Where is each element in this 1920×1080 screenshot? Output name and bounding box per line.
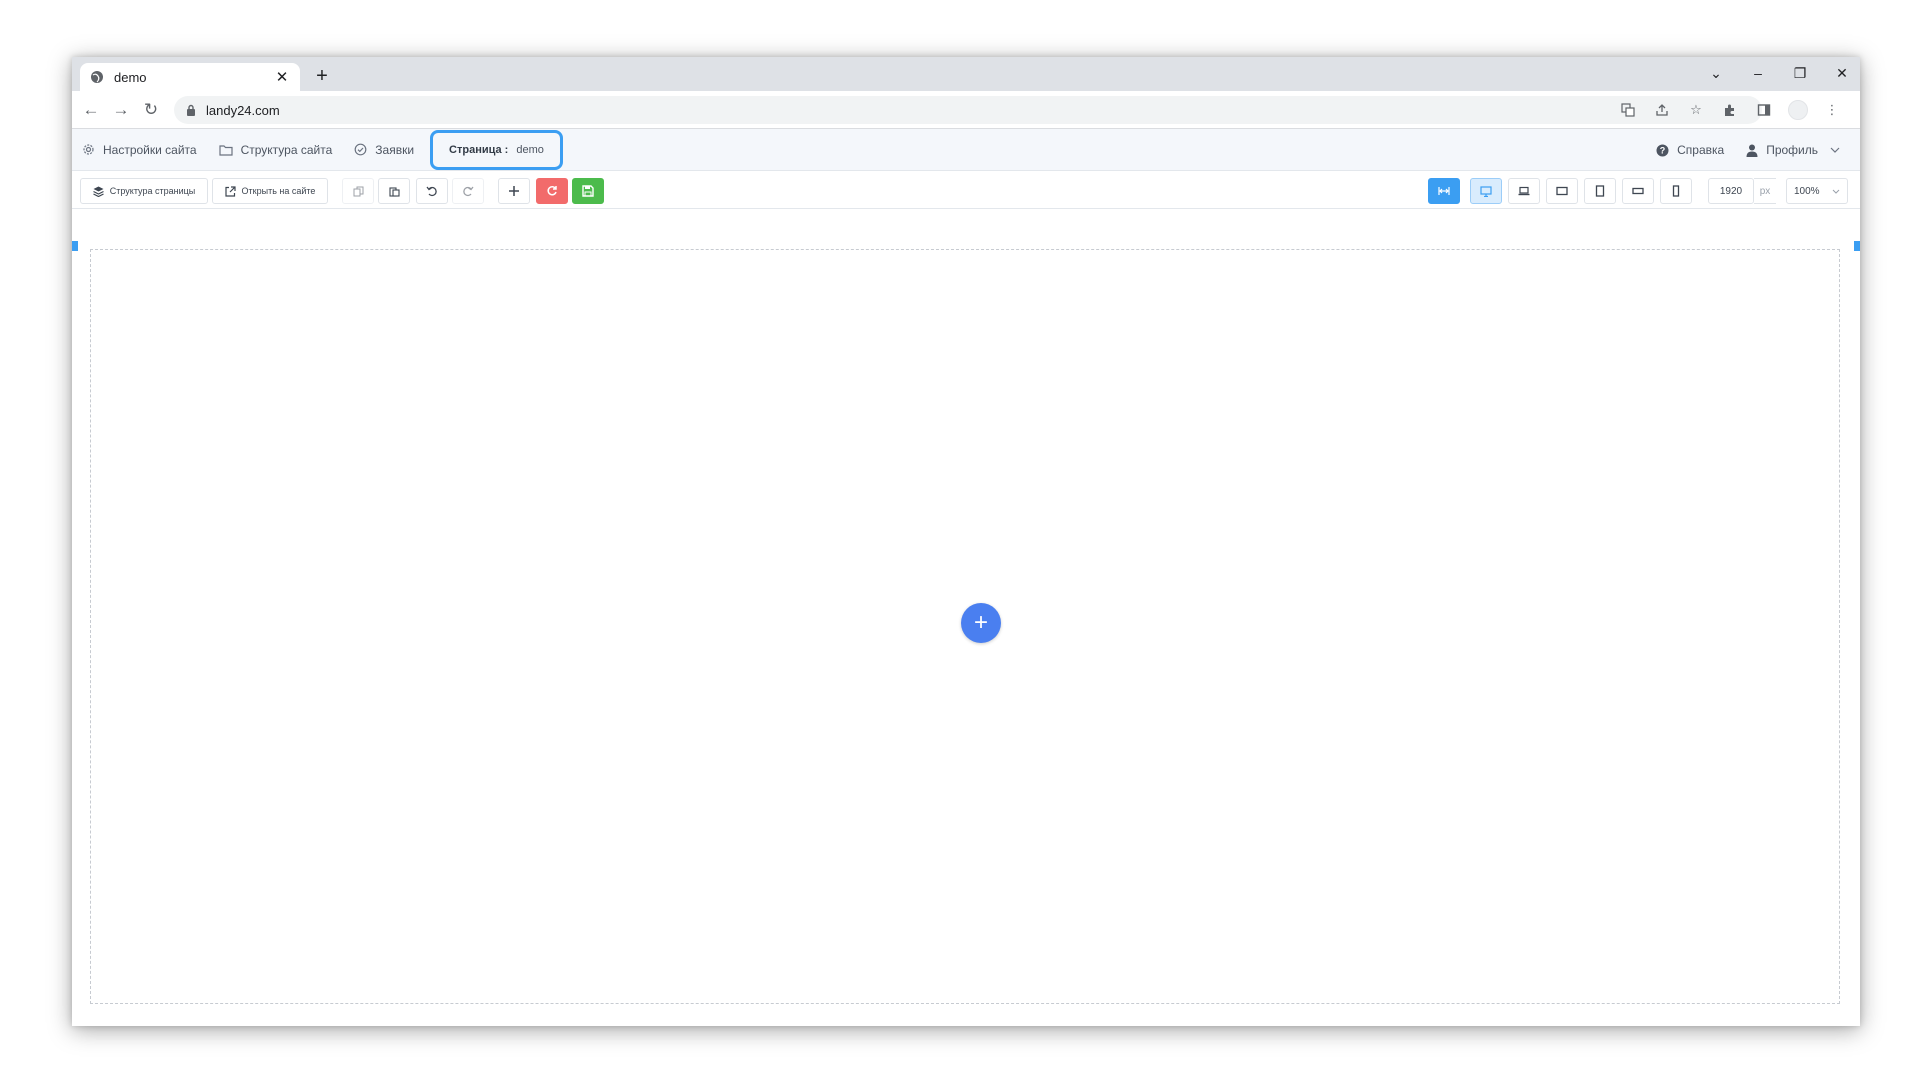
add-block-toolbar-button[interactable] bbox=[498, 178, 530, 204]
left-edge-marker bbox=[72, 241, 78, 251]
tablet-portrait-icon bbox=[1595, 185, 1605, 197]
tablet-portrait-view-button[interactable] bbox=[1584, 178, 1616, 204]
translate-icon[interactable] bbox=[1616, 98, 1640, 122]
profile-menu[interactable]: Профиль bbox=[1746, 143, 1840, 157]
chevron-down-icon bbox=[1830, 147, 1840, 153]
page-canvas[interactable]: + bbox=[90, 249, 1840, 1004]
menu-site-structure-label: Структура сайта bbox=[240, 142, 333, 157]
paste-button[interactable] bbox=[378, 178, 410, 204]
globe-icon bbox=[91, 71, 103, 83]
full-width-button[interactable] bbox=[1428, 178, 1460, 204]
share-icon[interactable] bbox=[1650, 98, 1674, 122]
page-label: Страница : bbox=[449, 143, 509, 156]
app-menu-bar: Настройки сайта Структура сайта Заявки С… bbox=[72, 129, 1860, 171]
profile-avatar[interactable] bbox=[1786, 98, 1810, 122]
menu-requests[interactable]: Заявки bbox=[354, 143, 414, 157]
external-link-icon bbox=[224, 185, 236, 197]
zoom-value: 100% bbox=[1794, 185, 1820, 197]
laptop-icon bbox=[1518, 186, 1530, 196]
page-structure-label: Структура страницы bbox=[109, 186, 196, 196]
refresh-icon bbox=[547, 186, 557, 196]
fit-width-icon bbox=[1438, 187, 1450, 195]
check-circle-icon bbox=[354, 143, 367, 156]
phone-portrait-icon bbox=[1672, 185, 1680, 197]
zoom-select[interactable]: 100% bbox=[1786, 178, 1848, 204]
help-link[interactable]: ? Справка bbox=[1656, 143, 1724, 157]
gear-icon bbox=[83, 144, 94, 155]
right-edge-marker bbox=[1854, 241, 1860, 251]
restore-button[interactable]: ❐ bbox=[1782, 61, 1818, 85]
reset-button[interactable] bbox=[536, 178, 568, 204]
phone-landscape-view-button[interactable] bbox=[1622, 178, 1654, 204]
undo-button[interactable] bbox=[416, 178, 448, 204]
user-icon bbox=[1746, 144, 1758, 157]
current-page-badge[interactable]: Страница : demo bbox=[430, 129, 563, 170]
browser-menu-icon[interactable]: ⋮ bbox=[1820, 98, 1844, 122]
folder-icon bbox=[218, 144, 233, 156]
tablet-landscape-icon bbox=[1556, 186, 1568, 196]
help-label: Справка bbox=[1677, 143, 1725, 157]
redo-button[interactable] bbox=[452, 178, 484, 204]
tab-strip: demo ✕ + ⌄ – ❐ ✕ bbox=[72, 57, 1860, 91]
save-button[interactable] bbox=[572, 178, 604, 204]
lock-icon bbox=[187, 104, 195, 116]
question-circle-icon: ? bbox=[1656, 144, 1669, 156]
undo-icon bbox=[426, 186, 437, 197]
reload-button[interactable]: ↻ bbox=[138, 97, 164, 123]
url-input[interactable] bbox=[206, 102, 1750, 118]
canvas-width-input[interactable] bbox=[1708, 178, 1754, 204]
extensions-icon[interactable] bbox=[1718, 98, 1742, 122]
laptop-view-button[interactable] bbox=[1508, 178, 1540, 204]
menu-site-settings[interactable]: Настройки сайта bbox=[82, 143, 197, 157]
plus-icon bbox=[509, 186, 519, 196]
browser-tab[interactable]: demo ✕ bbox=[80, 63, 300, 91]
tab-title: demo bbox=[114, 69, 147, 85]
open-on-site-button[interactable]: Открыть на сайте bbox=[212, 178, 328, 204]
copy-icon bbox=[353, 186, 363, 196]
svg-text:?: ? bbox=[1660, 145, 1666, 155]
phone-portrait-view-button[interactable] bbox=[1660, 178, 1692, 204]
avatar bbox=[1788, 100, 1808, 120]
browser-action-icons: ☆ ⋮ bbox=[1616, 98, 1844, 122]
app-menu-right: ? Справка Профиль bbox=[1656, 129, 1840, 171]
menu-requests-label: Заявки bbox=[375, 142, 415, 157]
chevron-down-icon bbox=[1832, 189, 1840, 194]
tablet-landscape-view-button[interactable] bbox=[1546, 178, 1578, 204]
browser-window: demo ✕ + ⌄ – ❐ ✕ ← → ↻ ☆ bbox=[72, 57, 1860, 1026]
profile-label: Профиль bbox=[1766, 143, 1818, 157]
new-tab-button[interactable]: + bbox=[310, 64, 334, 88]
side-panel-icon[interactable] bbox=[1752, 98, 1776, 122]
desktop-view-button[interactable] bbox=[1470, 178, 1502, 204]
minimize-button[interactable]: – bbox=[1740, 61, 1776, 85]
copy-button[interactable] bbox=[342, 178, 374, 204]
width-unit: px bbox=[1754, 178, 1776, 204]
forward-button[interactable]: → bbox=[108, 97, 134, 123]
desktop-icon bbox=[1480, 185, 1492, 197]
close-window-button[interactable]: ✕ bbox=[1824, 61, 1860, 85]
paste-icon bbox=[388, 186, 400, 197]
phone-landscape-icon bbox=[1632, 187, 1644, 195]
open-on-site-label: Открыть на сайте bbox=[241, 186, 316, 196]
bookmark-star-icon[interactable]: ☆ bbox=[1684, 98, 1708, 122]
menu-site-settings-label: Настройки сайта bbox=[103, 142, 197, 157]
page-name: demo bbox=[516, 143, 544, 156]
address-bar-row: ← → ↻ ☆ ⋮ bbox=[72, 91, 1860, 129]
add-block-button[interactable]: + bbox=[961, 603, 1001, 643]
back-button[interactable]: ← bbox=[78, 97, 104, 123]
omnibox[interactable] bbox=[174, 96, 1762, 124]
redo-icon bbox=[463, 186, 474, 197]
tab-search-icon[interactable]: ⌄ bbox=[1698, 61, 1734, 85]
save-icon bbox=[582, 185, 594, 197]
layers-icon bbox=[92, 186, 104, 197]
page-structure-button[interactable]: Структура страницы bbox=[80, 178, 208, 204]
editor-toolbar: Структура страницы Открыть на сайте 1920… bbox=[72, 171, 1860, 209]
menu-site-structure[interactable]: Структура сайта bbox=[218, 142, 333, 157]
close-tab-icon[interactable]: ✕ bbox=[274, 68, 290, 86]
